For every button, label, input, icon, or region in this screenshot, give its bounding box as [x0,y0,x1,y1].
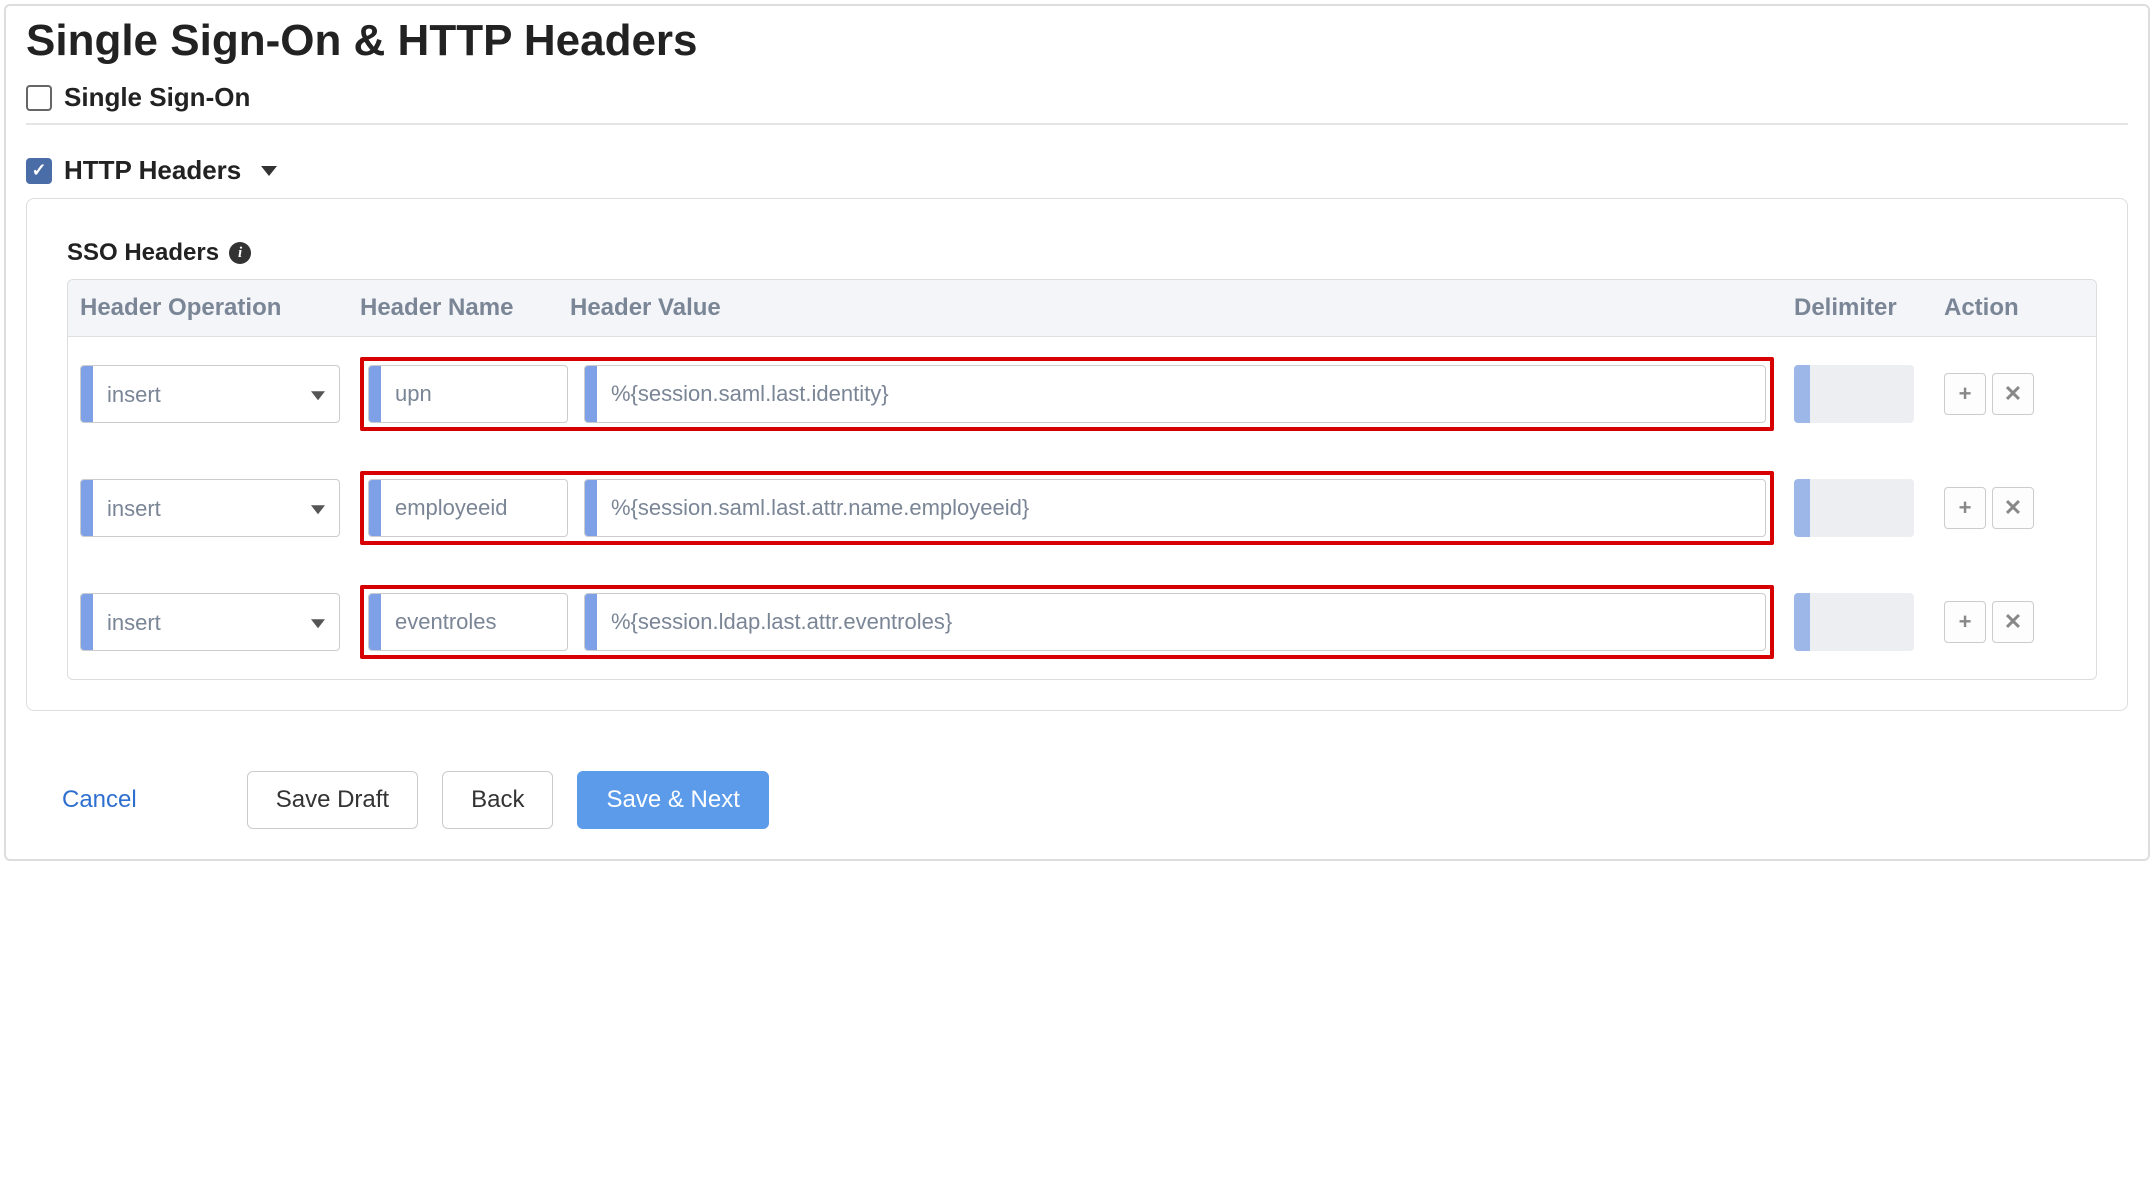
sso-section-label: Single Sign-On [64,82,250,113]
delimiter-field[interactable] [1794,479,1914,537]
drag-handle-icon[interactable] [369,594,381,650]
http-headers-section-label: HTTP Headers [64,155,241,186]
col-header-action: Action [1944,294,2084,322]
back-button[interactable]: Back [442,771,553,829]
col-header-value: Header Value [570,294,1794,322]
remove-row-button[interactable]: ✕ [1992,487,2034,529]
add-row-button[interactable]: + [1944,373,1986,415]
drag-handle-icon[interactable] [81,594,93,650]
drag-handle-icon[interactable] [585,366,597,422]
header-name-input[interactable] [381,594,567,650]
col-header-operation: Header Operation [80,294,360,322]
remove-row-button[interactable]: ✕ [1992,601,2034,643]
drag-handle-icon[interactable] [585,594,597,650]
save-next-button[interactable]: Save & Next [577,771,768,829]
delimiter-field[interactable] [1794,593,1914,651]
drag-handle-icon[interactable] [81,480,93,536]
http-headers-checkbox[interactable] [26,158,52,184]
highlight-box [360,585,1774,659]
save-draft-button[interactable]: Save Draft [247,771,418,829]
footer-buttons: Cancel Save Draft Back Save & Next [26,771,2128,829]
header-value-input[interactable] [597,366,1765,422]
header-name-input[interactable] [381,480,567,536]
col-header-delimiter: Delimiter [1794,294,1944,322]
add-row-button[interactable]: + [1944,601,1986,643]
highlight-box [360,357,1774,431]
header-value-input[interactable] [597,594,1765,650]
drag-handle-icon[interactable] [585,480,597,536]
sso-checkbox[interactable] [26,85,52,111]
sso-headers-heading: SSO Headers [67,239,219,267]
header-operation-select[interactable]: insert [93,366,339,422]
header-operation-select[interactable]: insert [93,480,339,536]
http-headers-panel: SSO Headers i Header Operation Header Na… [26,198,2128,711]
drag-handle-icon[interactable] [369,366,381,422]
drag-handle-icon[interactable] [369,480,381,536]
info-icon[interactable]: i [229,242,251,264]
page-title: Single Sign-On & HTTP Headers [26,16,2128,66]
sso-headers-table: Header Operation Header Name Header Valu… [67,279,2097,680]
section-divider [26,123,2128,125]
header-operation-select[interactable]: insert [93,594,339,650]
table-row: insert [68,337,2096,451]
highlight-box [360,471,1774,545]
header-value-input[interactable] [597,480,1765,536]
cancel-button[interactable]: Cancel [56,778,143,822]
delimiter-field[interactable] [1794,365,1914,423]
table-row: insert [68,565,2096,679]
header-name-input[interactable] [381,366,567,422]
drag-handle-icon[interactable] [81,366,93,422]
add-row-button[interactable]: + [1944,487,1986,529]
collapse-toggle-icon[interactable] [261,166,277,176]
table-row: insert [68,451,2096,565]
remove-row-button[interactable]: ✕ [1992,373,2034,415]
col-header-name: Header Name [360,294,570,322]
